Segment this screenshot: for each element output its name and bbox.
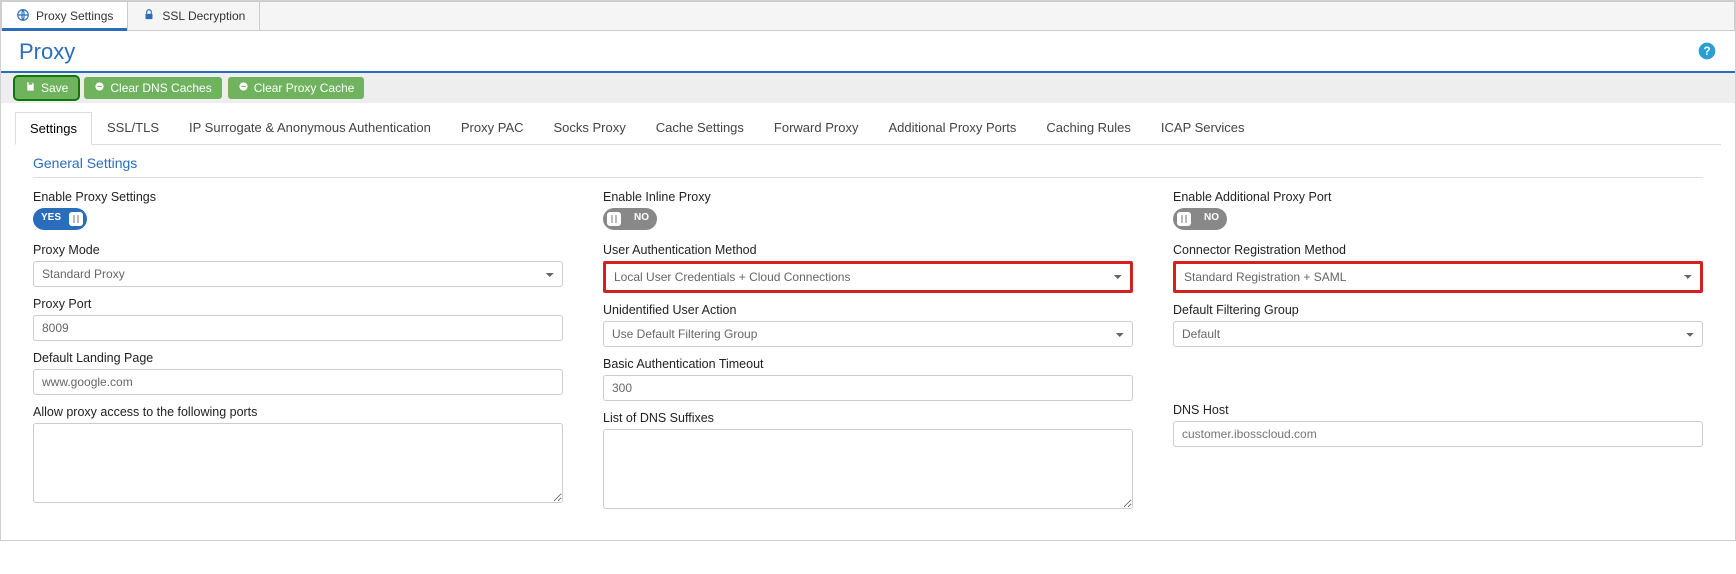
sub-tabs: Settings SSL/TLS IP Surrogate & Anonymou… [15, 111, 1721, 145]
toggle-text: YES [41, 212, 61, 223]
action-bar: Save Clear DNS Caches Clear Proxy Cache [1, 71, 1735, 103]
toggle-text: NO [634, 212, 649, 223]
globe-icon [16, 8, 30, 25]
allow-ports-label: Allow proxy access to the following port… [33, 405, 563, 419]
toggle-knob-icon [1177, 212, 1191, 226]
help-icon[interactable]: ? [1697, 41, 1717, 64]
lock-icon [142, 8, 156, 25]
user-auth-select[interactable]: Local User Credentials + Cloud Connectio… [606, 264, 1130, 290]
landing-page-label: Default Landing Page [33, 351, 563, 365]
column-2: Enable Inline Proxy NO User Authenticati… [603, 190, 1133, 522]
dns-suffixes-textarea[interactable] [603, 429, 1133, 509]
enable-additional-label: Enable Additional Proxy Port [1173, 190, 1703, 204]
tab-proxy-pac[interactable]: Proxy PAC [446, 111, 539, 144]
minus-circle-icon [238, 81, 249, 95]
user-auth-label: User Authentication Method [603, 243, 1133, 257]
enable-additional-toggle[interactable]: NO [1173, 208, 1227, 230]
save-button-label: Save [41, 81, 68, 95]
toggle-knob-icon [69, 212, 83, 226]
section-title: General Settings [33, 155, 1703, 178]
default-group-label: Default Filtering Group [1173, 303, 1703, 317]
basic-auth-timeout-label: Basic Authentication Timeout [603, 357, 1133, 371]
default-group-select[interactable]: Default [1173, 321, 1703, 347]
minus-circle-icon [94, 81, 105, 95]
save-disk-icon [25, 81, 36, 95]
top-tab-label: Proxy Settings [36, 9, 113, 23]
tab-icap-services[interactable]: ICAP Services [1146, 111, 1260, 144]
top-tab-ssl-decryption[interactable]: SSL Decryption [128, 2, 260, 30]
toggle-knob-icon [607, 212, 621, 226]
clear-dns-button[interactable]: Clear DNS Caches [84, 77, 221, 99]
enable-inline-toggle[interactable]: NO [603, 208, 657, 230]
tab-ip-surrogate[interactable]: IP Surrogate & Anonymous Authentication [174, 111, 446, 144]
save-button[interactable]: Save [15, 77, 78, 99]
unidentified-select[interactable]: Use Default Filtering Group [603, 321, 1133, 347]
enable-proxy-label: Enable Proxy Settings [33, 190, 563, 204]
top-tabs: Proxy Settings SSL Decryption [1, 1, 1735, 31]
column-1: Enable Proxy Settings YES Proxy Mode Sta… [33, 190, 563, 522]
svg-text:?: ? [1703, 45, 1710, 58]
proxy-mode-select[interactable]: Standard Proxy [33, 261, 563, 287]
dns-host-input[interactable] [1173, 421, 1703, 447]
connector-reg-select[interactable]: Standard Registration + SAML [1176, 264, 1700, 290]
clear-proxy-label: Clear Proxy Cache [254, 81, 355, 95]
clear-dns-label: Clear DNS Caches [110, 81, 211, 95]
proxy-port-label: Proxy Port [33, 297, 563, 311]
tab-ssltls[interactable]: SSL/TLS [92, 111, 174, 144]
proxy-mode-label: Proxy Mode [33, 243, 563, 257]
tab-additional-ports[interactable]: Additional Proxy Ports [873, 111, 1031, 144]
allow-ports-textarea[interactable] [33, 423, 563, 503]
tab-settings[interactable]: Settings [15, 112, 92, 145]
page-title: Proxy [19, 39, 75, 65]
dns-host-label: DNS Host [1173, 403, 1703, 417]
proxy-port-input[interactable] [33, 315, 563, 341]
dns-suffixes-label: List of DNS Suffixes [603, 411, 1133, 425]
top-tab-label: SSL Decryption [162, 9, 245, 23]
enable-inline-label: Enable Inline Proxy [603, 190, 1133, 204]
tab-caching-rules[interactable]: Caching Rules [1031, 111, 1146, 144]
tab-socks-proxy[interactable]: Socks Proxy [539, 111, 641, 144]
unidentified-label: Unidentified User Action [603, 303, 1133, 317]
top-tab-proxy-settings[interactable]: Proxy Settings [2, 2, 128, 30]
enable-proxy-toggle[interactable]: YES [33, 208, 87, 230]
connector-reg-label: Connector Registration Method [1173, 243, 1703, 257]
landing-page-input[interactable] [33, 369, 563, 395]
tab-forward-proxy[interactable]: Forward Proxy [759, 111, 874, 144]
basic-auth-timeout-input[interactable] [603, 375, 1133, 401]
toggle-text: NO [1204, 212, 1219, 223]
column-3: Enable Additional Proxy Port NO Connecto… [1173, 190, 1703, 522]
tab-cache-settings[interactable]: Cache Settings [641, 111, 759, 144]
clear-proxy-cache-button[interactable]: Clear Proxy Cache [228, 77, 365, 99]
